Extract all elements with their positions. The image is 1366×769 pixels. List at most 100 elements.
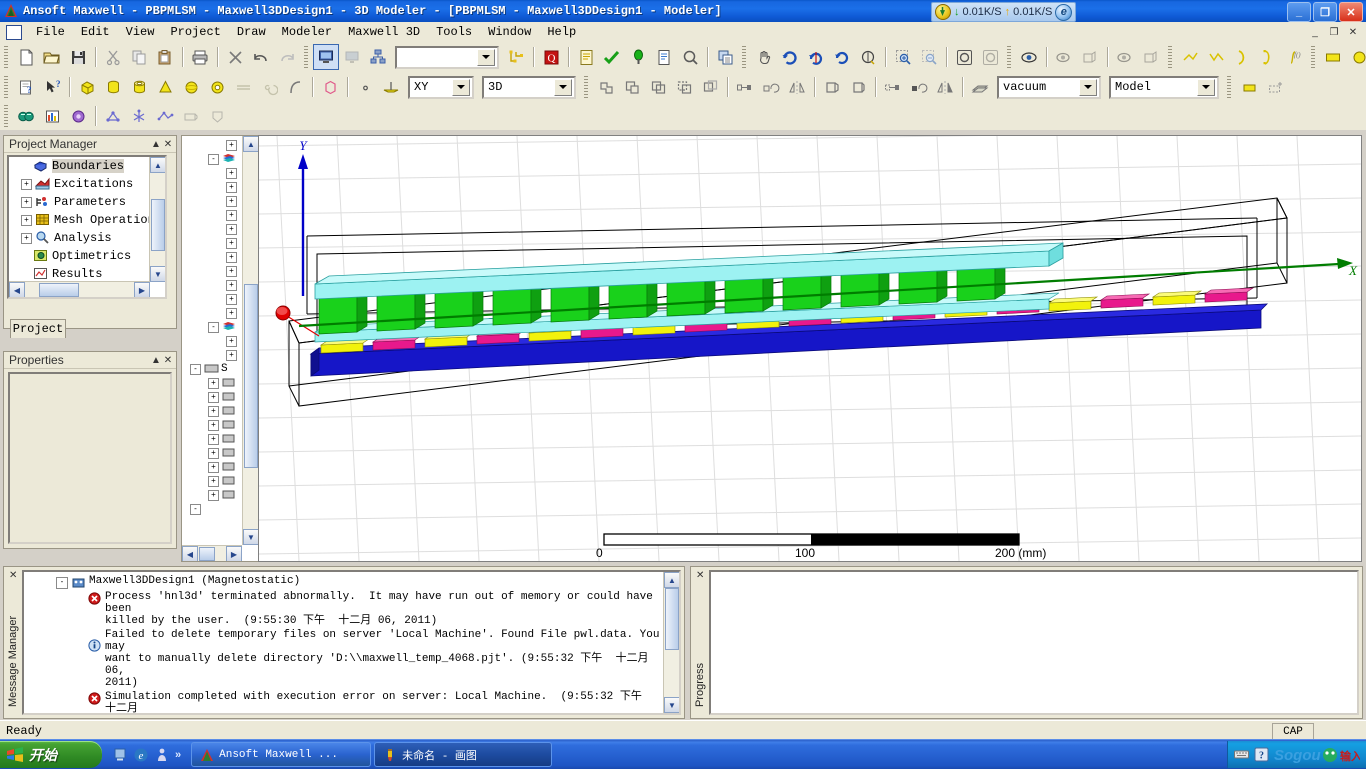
move-icon[interactable] [732, 74, 758, 100]
3d-modeler-viewport[interactable]: Y X [258, 135, 1362, 562]
scroll-right-arrow-icon[interactable]: ▶ [226, 546, 242, 561]
history-node[interactable]: + [182, 166, 242, 180]
field-probe-icon[interactable] [677, 44, 703, 70]
boundary-icon[interactable] [178, 103, 204, 129]
history-node[interactable]: + [182, 138, 242, 152]
menu-item-help[interactable]: Help [539, 23, 584, 41]
fit-selection-icon[interactable] [977, 44, 1003, 70]
analyze-all-icon[interactable] [625, 44, 651, 70]
message-vscrollbar[interactable]: ▲ ▼ [663, 572, 679, 713]
tree-expander-plus[interactable]: + [226, 349, 237, 361]
close-x-icon[interactable]: ✕ [9, 570, 17, 581]
tree-expander-minus[interactable]: - [208, 321, 219, 333]
menu-item-window[interactable]: Window [480, 23, 539, 41]
history-node[interactable]: + [182, 390, 242, 404]
history-vscrollbar[interactable]: ▲ ▼ [242, 136, 258, 545]
draw-equation-icon[interactable]: f() [1281, 44, 1307, 70]
ie-browser-icon[interactable]: e [1055, 3, 1073, 21]
history-node[interactable]: + [182, 250, 242, 264]
tree-expander-minus[interactable]: - [190, 363, 201, 375]
toolbar-grip[interactable] [303, 46, 310, 68]
tree-item-mesh-operations[interactable]: + Mesh Operations [9, 211, 150, 229]
imprint-icon[interactable] [697, 74, 723, 100]
solve-inside-combo[interactable]: Model [1109, 75, 1219, 99]
close-x-icon[interactable]: ✕ [162, 354, 174, 366]
task-button-ansoft-maxwell[interactable]: Ansoft Maxwell ... [191, 742, 372, 767]
tree-expander-plus[interactable]: + [226, 237, 237, 249]
message-row[interactable]: Simulation completed with execution erro… [28, 690, 663, 713]
sogou-input-icon[interactable]: Sogou 输入法 [1274, 746, 1360, 763]
desktop-monitor-icon[interactable] [313, 44, 339, 70]
validate-check-icon[interactable] [599, 44, 625, 70]
tree-expander-minus[interactable]: - [56, 577, 68, 589]
history-node[interactable]: - [182, 152, 242, 166]
properties-grid[interactable] [8, 372, 172, 544]
tree-expander-plus[interactable]: + [226, 167, 237, 179]
draw-segment-icon[interactable] [282, 74, 308, 100]
mdi-close-button[interactable]: ✕ [1344, 24, 1362, 41]
draw-sphere-icon[interactable] [178, 74, 204, 100]
project-tree-hscrollbar[interactable]: ◀ ▶ [9, 281, 150, 297]
draw-rectangle-icon[interactable] [1320, 44, 1346, 70]
mesh-operations-icon[interactable] [152, 103, 178, 129]
tree-expander-plus[interactable]: + [21, 196, 32, 208]
design-selector-combo[interactable] [395, 45, 499, 69]
paste-clipboard-icon[interactable] [152, 44, 178, 70]
minimize-button[interactable]: _ [1287, 2, 1311, 22]
toolbar-grip[interactable] [3, 105, 10, 127]
tree-expander-plus[interactable]: + [208, 461, 219, 473]
tree-expander-plus[interactable]: + [208, 433, 219, 445]
tree-expander-plus[interactable]: + [21, 232, 32, 244]
menu-item-file[interactable]: File [28, 23, 73, 41]
q-solver-icon[interactable]: Q [538, 44, 564, 70]
history-node[interactable]: - [182, 320, 242, 334]
solution-data-icon[interactable] [651, 44, 677, 70]
tab-project[interactable]: Project [10, 319, 66, 338]
mesh-plot-icon[interactable] [100, 103, 126, 129]
toolbar-grip[interactable] [1226, 76, 1233, 98]
draw-point-icon[interactable] [352, 74, 378, 100]
zoom-in-icon[interactable] [890, 44, 916, 70]
scroll-left-arrow-icon[interactable]: ◀ [182, 546, 198, 561]
plot-fields-icon[interactable] [39, 103, 65, 129]
rotate-object-icon[interactable] [758, 74, 784, 100]
menu-item-maxwell3d[interactable]: Maxwell 3D [340, 23, 428, 41]
duplicate-along-line-icon[interactable] [906, 74, 932, 100]
copy-icon[interactable] [126, 44, 152, 70]
hide-object-icon[interactable] [1051, 44, 1077, 70]
chevron-down-icon[interactable] [1197, 78, 1215, 96]
fit-all-icon[interactable] [951, 44, 977, 70]
history-node[interactable]: + [182, 222, 242, 236]
draw-tube-icon[interactable] [126, 74, 152, 100]
tree-expander-plus[interactable]: + [226, 265, 237, 277]
message-root-row[interactable]: - Maxwell3DDesign1 (Magnetostatic) [28, 574, 663, 590]
close-x-icon[interactable]: ✕ [162, 138, 174, 150]
draw-user-defined-icon[interactable] [317, 74, 343, 100]
toolbar-grip[interactable] [1167, 46, 1174, 68]
mdi-restore-button[interactable]: ❐ [1325, 24, 1343, 41]
tree-item-optimetrics[interactable]: Optimetrics [9, 247, 150, 265]
draw-bondwire-icon[interactable] [230, 74, 256, 100]
progress-content[interactable] [709, 570, 1359, 715]
history-node[interactable]: + [182, 306, 242, 320]
tree-expander-minus[interactable]: - [190, 503, 201, 515]
mdi-minimize-button[interactable]: _ [1306, 24, 1324, 41]
history-node[interactable]: + [182, 194, 242, 208]
message-list[interactable]: - Maxwell3DDesign1 (Magnetostatic) Proce… [22, 570, 681, 715]
tree-expander-plus[interactable]: + [226, 279, 237, 291]
print-icon[interactable] [187, 44, 213, 70]
tree-expander-plus[interactable]: + [226, 139, 237, 151]
history-node[interactable]: + [182, 334, 242, 348]
new-file-icon[interactable] [13, 44, 39, 70]
spin-eye-icon[interactable] [1016, 44, 1042, 70]
history-node[interactable]: + [182, 208, 242, 222]
draw-arc-icon[interactable] [1229, 44, 1255, 70]
history-node[interactable]: + [182, 180, 242, 194]
vscroll-thumb[interactable] [151, 199, 165, 251]
history-node[interactable]: + [182, 446, 242, 460]
menu-item-edit[interactable]: Edit [73, 23, 118, 41]
media-player-icon[interactable] [154, 747, 170, 763]
history-node-root[interactable]: - S [182, 362, 242, 376]
toolbar-grip[interactable] [741, 46, 748, 68]
rotate-icon[interactable] [777, 44, 803, 70]
